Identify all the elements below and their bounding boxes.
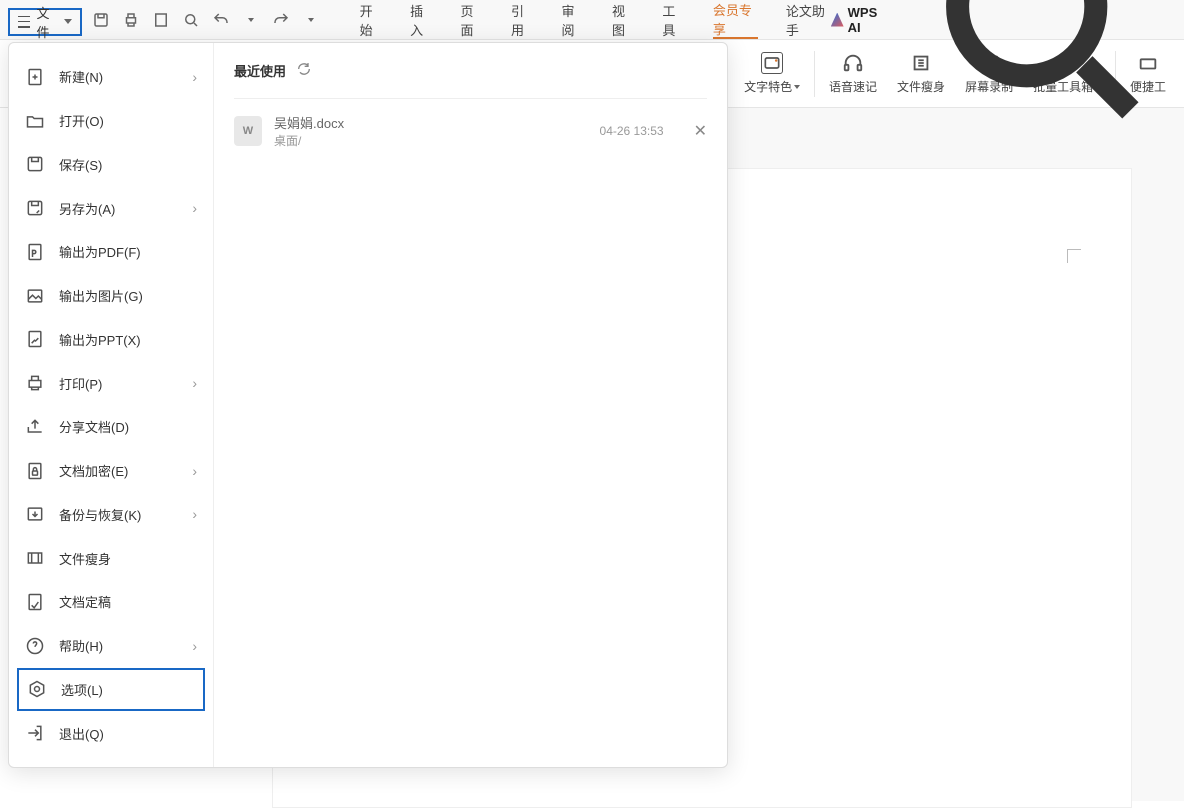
- tab-thesis[interactable]: 论文助手: [786, 0, 831, 39]
- menu-help[interactable]: 帮助(H) ›: [9, 624, 213, 668]
- tab-tool[interactable]: 工具: [662, 0, 684, 39]
- ppt-icon: [25, 329, 45, 349]
- menu-label: 备份与恢复(K): [59, 505, 192, 524]
- chevron-down-icon: [64, 19, 72, 24]
- printer-icon: [25, 373, 45, 393]
- options-icon: [27, 679, 47, 699]
- tab-start[interactable]: 开始: [360, 0, 382, 39]
- menu-label: 另存为(A): [59, 199, 192, 218]
- menu-share[interactable]: 分享文档(D): [9, 405, 213, 449]
- finalize-icon: [25, 592, 45, 612]
- tab-reference[interactable]: 引用: [511, 0, 533, 39]
- recent-files-panel: 最近使用 W 吴娟娟.docx 桌面/ 04-26 13:53 ✕: [214, 43, 727, 767]
- redo-dropdown-icon[interactable]: [302, 11, 320, 29]
- menu-encrypt[interactable]: 文档加密(E) ›: [9, 449, 213, 493]
- recent-title: 最近使用: [234, 61, 286, 80]
- search-icon[interactable]: [900, 0, 1176, 159]
- menu-export-pdf[interactable]: 输出为PDF(F): [9, 230, 213, 274]
- file-label: 文件: [36, 3, 59, 41]
- recent-file-item[interactable]: W 吴娟娟.docx 桌面/ 04-26 13:53 ✕: [234, 107, 707, 155]
- save-icon[interactable]: [92, 11, 110, 29]
- ribbon-tabs: 开始 插入 页面 引用 审阅 视图 工具 会员专享 论文助手: [360, 0, 831, 39]
- chevron-right-icon: ›: [192, 638, 197, 654]
- menu-label: 打开(O): [59, 111, 197, 130]
- divider: [234, 98, 707, 99]
- chevron-right-icon: ›: [192, 375, 197, 391]
- tab-review[interactable]: 审阅: [561, 0, 583, 39]
- print-icon[interactable]: [122, 11, 140, 29]
- share-icon: [25, 417, 45, 437]
- menu-label: 新建(N): [59, 67, 192, 86]
- menu-exit[interactable]: 退出(Q): [9, 711, 213, 755]
- menu-label: 文档定稿: [59, 592, 197, 611]
- lock-icon: [25, 461, 45, 481]
- chevron-right-icon: ›: [192, 69, 197, 85]
- tab-page[interactable]: 页面: [461, 0, 483, 39]
- menu-backup[interactable]: 备份与恢复(K) ›: [9, 493, 213, 537]
- print-preview-icon[interactable]: [152, 11, 170, 29]
- wps-ai-label: WPS AI: [848, 5, 890, 35]
- recent-file-path: 桌面/: [274, 132, 344, 149]
- chevron-right-icon: ›: [192, 200, 197, 216]
- help-icon: [25, 636, 45, 656]
- ribbon-separator: [814, 51, 815, 97]
- menu-export-image[interactable]: 输出为图片(G): [9, 274, 213, 318]
- menu-saveas[interactable]: 另存为(A) ›: [9, 186, 213, 230]
- menu-open[interactable]: 打开(O): [9, 99, 213, 143]
- file-menu-list: 新建(N) › 打开(O) 保存(S) 另存为(A) › 输出为PDF(F) 输…: [9, 43, 214, 767]
- menu-file-slim[interactable]: 文件瘦身: [9, 536, 213, 580]
- menu-label: 选项(L): [61, 680, 195, 699]
- slim-icon: [25, 548, 45, 568]
- backup-icon: [25, 504, 45, 524]
- wps-ai-button[interactable]: WPS AI: [831, 5, 890, 35]
- menu-finalize[interactable]: 文档定稿: [9, 580, 213, 624]
- tab-view[interactable]: 视图: [612, 0, 634, 39]
- menu-print[interactable]: 打印(P) ›: [9, 361, 213, 405]
- preview-icon[interactable]: [182, 11, 200, 29]
- chevron-right-icon: ›: [192, 506, 197, 522]
- undo-icon[interactable]: [212, 11, 230, 29]
- wps-ai-logo-icon: [831, 13, 844, 27]
- redo-icon[interactable]: [272, 11, 290, 29]
- exit-icon: [25, 723, 45, 743]
- file-dropdown-panel: 新建(N) › 打开(O) 保存(S) 另存为(A) › 输出为PDF(F) 输…: [8, 42, 728, 768]
- menu-label: 分享文档(D): [59, 417, 197, 436]
- menu-label: 文件瘦身: [59, 549, 197, 568]
- menu-options[interactable]: 选项(L): [17, 668, 205, 712]
- folder-open-icon: [25, 111, 45, 131]
- menu-label: 帮助(H): [59, 636, 192, 655]
- menu-export-ppt[interactable]: 输出为PPT(X): [9, 318, 213, 362]
- corner-mark-icon: [1067, 249, 1081, 263]
- new-file-icon: [25, 67, 45, 87]
- menu-label: 退出(Q): [59, 724, 197, 743]
- chevron-right-icon: ›: [192, 463, 197, 479]
- recent-file-name: 吴娟娟.docx: [274, 113, 344, 132]
- menu-label: 文档加密(E): [59, 461, 192, 480]
- chevron-down-icon: [794, 85, 800, 89]
- pdf-icon: [25, 242, 45, 262]
- tab-member[interactable]: 会员专享: [713, 0, 758, 39]
- ribbon-text-features[interactable]: 文字特色: [734, 52, 810, 95]
- file-menu-button[interactable]: 文件: [8, 8, 82, 36]
- card-icon: [761, 52, 783, 74]
- hamburger-icon: [18, 16, 30, 28]
- menu-label: 保存(S): [59, 155, 197, 174]
- save-icon: [25, 154, 45, 174]
- docx-icon: W: [234, 116, 262, 146]
- image-icon: [25, 286, 45, 306]
- menu-save[interactable]: 保存(S): [9, 143, 213, 187]
- menu-label: 输出为PPT(X): [59, 330, 197, 349]
- menu-new[interactable]: 新建(N) ›: [9, 55, 213, 99]
- menu-label: 输出为图片(G): [59, 286, 197, 305]
- menu-label: 输出为PDF(F): [59, 242, 197, 261]
- undo-dropdown-icon[interactable]: [242, 11, 260, 29]
- recent-file-time: 04-26 13:53: [600, 124, 664, 138]
- menu-label: 打印(P): [59, 374, 192, 393]
- saveas-icon: [25, 198, 45, 218]
- tab-insert[interactable]: 插入: [410, 0, 432, 39]
- refresh-icon[interactable]: [296, 61, 312, 80]
- close-icon[interactable]: ✕: [694, 121, 707, 141]
